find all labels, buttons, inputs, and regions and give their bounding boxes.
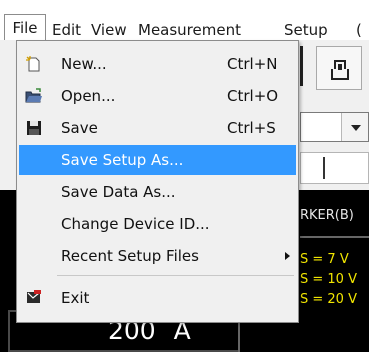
menu-item-save-data-as[interactable]: Save Data As... <box>19 177 296 207</box>
submenu-arrow-icon <box>285 252 290 260</box>
menu-item-save[interactable]: Save Ctrl+S <box>19 113 296 143</box>
marker-line-2: S = 10 V <box>300 272 357 287</box>
toolbar-button[interactable] <box>316 46 362 90</box>
menu-item-label: Recent Setup Files <box>61 247 199 265</box>
menu-item-change-device-id[interactable]: Change Device ID... <box>19 209 296 239</box>
exit-icon <box>27 290 41 303</box>
menu-item-label: Save <box>61 119 98 137</box>
menu-item-label: New... <box>61 55 107 73</box>
menu-item-new[interactable]: New... Ctrl+N <box>19 49 296 79</box>
marker-title: RKER(B) <box>300 208 354 223</box>
marker-line-3: S = 20 V <box>300 292 357 307</box>
menu-bar: File Edit View Measurement Setup ( <box>0 0 369 41</box>
menu-item-shortcut: Ctrl+S <box>227 119 276 137</box>
menu-item-shortcut: Ctrl+N <box>227 55 278 73</box>
menu-file[interactable]: File <box>4 14 46 41</box>
chevron-down-icon[interactable] <box>341 113 368 141</box>
menu-item-label: Change Device ID... <box>61 215 210 233</box>
tab-strip <box>300 152 369 184</box>
menu-measurement[interactable]: Measurement <box>138 21 241 39</box>
menu-item-exit[interactable]: Exit <box>19 283 296 313</box>
menu-item-shortcut: Ctrl+O <box>227 87 279 105</box>
marker-line-1: S = 7 V <box>300 252 349 267</box>
menu-item-label: Save Setup As... <box>61 151 184 169</box>
save-disk-icon <box>27 121 41 135</box>
menu-item-label: Save Data As... <box>61 183 176 201</box>
menu-overflow[interactable]: ( <box>356 21 362 39</box>
menu-separator <box>57 275 294 276</box>
menu-item-recent-setup-files[interactable]: Recent Setup Files <box>19 241 296 271</box>
menu-view[interactable]: View <box>91 21 127 39</box>
file-menu: New... Ctrl+N Open... Ctrl+O Save Ctrl+S… <box>16 40 299 323</box>
new-file-icon <box>26 56 40 72</box>
menu-item-save-setup-as[interactable]: Save Setup As... <box>19 145 296 175</box>
marker-divider <box>300 236 369 238</box>
menu-item-label: Exit <box>61 289 90 307</box>
tab-separator <box>323 157 325 179</box>
open-folder-icon <box>25 88 42 103</box>
menu-edit[interactable]: Edit <box>52 21 81 39</box>
setup-combo[interactable] <box>300 112 369 142</box>
menu-item-open[interactable]: Open... Ctrl+O <box>19 81 296 111</box>
menu-item-label: Open... <box>61 87 116 105</box>
menu-setup[interactable]: Setup <box>284 21 328 39</box>
toolbar-divider <box>300 46 303 86</box>
setup-icon <box>331 60 349 80</box>
